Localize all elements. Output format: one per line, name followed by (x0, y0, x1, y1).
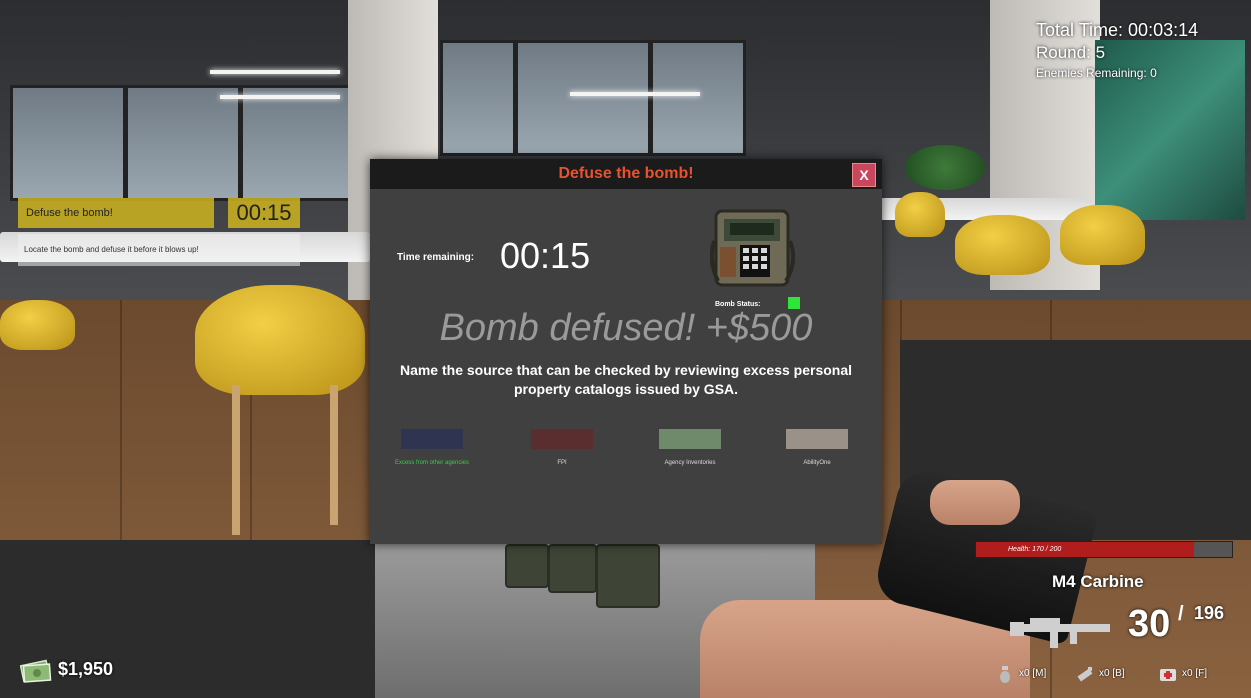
yellow-chair (955, 215, 1050, 275)
answer-option[interactable]: Agency Inventories (645, 429, 735, 467)
time-remaining-label: Time remaining: (397, 252, 475, 263)
medkit-icon (1160, 669, 1176, 681)
result-message: Bomb defused! +$500 (439, 307, 813, 349)
answer-swatch (786, 429, 848, 449)
time-remaining-value: 00:15 (500, 235, 591, 276)
answer-label: Agency Inventories (664, 460, 716, 466)
inventory-count: x0 [M] (1019, 668, 1047, 679)
answer-option[interactable]: Excess from other agencies (387, 429, 477, 467)
dialog-title: Defuse the bomb! (558, 165, 694, 182)
bomb-crate (596, 544, 660, 608)
answer-label: AbilityOne (803, 460, 831, 466)
yellow-chair (0, 300, 75, 350)
answer-swatch (659, 429, 721, 449)
office-window (440, 40, 516, 156)
cash-icon (20, 659, 52, 683)
answer-option[interactable]: AbilityOne (772, 429, 862, 467)
total-time: Total Time: 00:03:14 (1036, 20, 1236, 41)
ammo-magazine: 30 (1128, 603, 1171, 645)
office-window (10, 85, 126, 201)
ceiling-light (570, 92, 700, 96)
weapon-name: M4 Carbine (1052, 572, 1144, 591)
answer-swatch (401, 429, 463, 449)
office-window (515, 40, 651, 156)
plant (905, 145, 985, 190)
enemies-label: Enemies Remaining: (1036, 66, 1147, 80)
match-info: Total Time: 00:03:14 Round: 5 Enemies Re… (1036, 20, 1236, 80)
bomb-crate (505, 544, 549, 588)
ceiling-light (220, 95, 340, 99)
answer-option[interactable]: FPI (517, 429, 607, 467)
objective-title: Defuse the bomb! (18, 198, 214, 228)
inventory-count: x0 [B] (1099, 668, 1125, 679)
answer-swatch (531, 429, 593, 449)
office-window (650, 40, 746, 156)
yellow-chair (895, 192, 945, 237)
chair-leg (232, 385, 240, 535)
enemies-remaining: Enemies Remaining: 0 (1036, 66, 1236, 80)
round-label: Round: (1036, 43, 1091, 62)
ammo-reserve: 196 (1194, 603, 1225, 623)
health-text: Health: 170 / 200 (1008, 546, 1062, 553)
bomb-icon (710, 209, 795, 287)
question-text: Name the source that can be checked by r… (399, 362, 853, 397)
office-window (125, 85, 241, 201)
enemies-value: 0 (1150, 66, 1157, 80)
ammo-separator: / (1178, 603, 1184, 625)
answer-label: Excess from other agencies (394, 460, 470, 466)
money-amount: $1,950 (58, 659, 114, 679)
round-counter: Round: 5 (1036, 43, 1236, 63)
round-value: 5 (1095, 43, 1106, 62)
health-bar: Health: 170 / 200 (975, 541, 1233, 558)
objective-panel: Defuse the bomb! 00:15 Locate the bomb a… (18, 198, 300, 268)
ceiling-light (210, 70, 340, 74)
inventory-count: x0 [F] (1182, 668, 1208, 679)
office-window (240, 85, 356, 201)
close-button[interactable]: X (852, 163, 876, 187)
total-time-label: Total Time: (1036, 20, 1124, 40)
bomb-crate (548, 544, 597, 593)
player-hand (930, 480, 1020, 525)
total-time-value: 00:03:14 (1128, 20, 1199, 40)
chair-leg (330, 385, 338, 525)
answer-label: FPI (557, 460, 567, 466)
dialog-header: Defuse the bomb! X (370, 159, 882, 189)
objective-timer: 00:15 (228, 198, 300, 228)
yellow-chair (195, 285, 365, 395)
rifle-icon (1010, 618, 1110, 648)
defuse-dialog: Defuse the bomb! X Time remaining: 00:15… (370, 159, 882, 544)
flashbang-icon (1077, 667, 1093, 682)
yellow-chair (1060, 205, 1145, 265)
objective-description: Locate the bomb and defuse it before it … (18, 234, 300, 266)
grenade-icon (1000, 666, 1010, 683)
